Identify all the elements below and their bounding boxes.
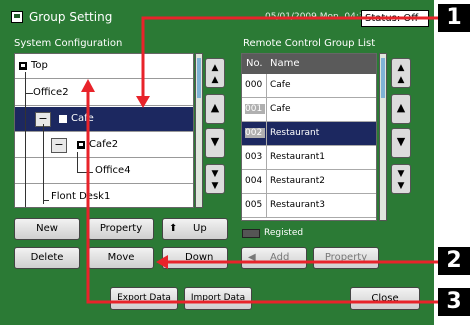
list-property-button[interactable]: Property — [313, 247, 379, 269]
table-row[interactable]: 002 Restaurant — [242, 122, 376, 146]
down-label: Down — [185, 252, 214, 263]
tree-line — [25, 93, 33, 94]
column-divider — [266, 146, 267, 170]
column-divider — [266, 122, 267, 146]
add-arrow-icon: ◀ — [248, 252, 256, 263]
add-label: Add — [270, 252, 290, 263]
new-button[interactable]: New — [14, 218, 80, 240]
tree-item-flont-desk1[interactable]: Flont Desk1 — [15, 185, 193, 207]
tree-item-office4[interactable]: Office4 — [15, 159, 193, 184]
callout-3-badge: 3 — [438, 288, 470, 316]
group-list-label: Remote Control Group List — [243, 38, 376, 49]
tree-scroll-up-button[interactable]: ▲ — [205, 94, 225, 124]
close-button[interactable]: Close — [350, 287, 420, 310]
tree-item-label: Office2 — [33, 87, 69, 98]
table-row[interactable]: 000 Cafe — [242, 74, 376, 98]
system-configuration-label: System Configuration — [14, 38, 123, 49]
table-row[interactable]: 001 Cafe — [242, 98, 376, 122]
column-divider — [266, 98, 267, 122]
node-icon — [19, 62, 27, 70]
row-name: Restaurant3 — [270, 200, 325, 210]
export-data-button[interactable]: Export Data — [110, 287, 178, 310]
tree-scroll-down-button[interactable]: ▼ — [205, 128, 225, 158]
tree-item-office2[interactable]: Office2 — [15, 81, 193, 106]
callout-1-badge: 1 — [438, 4, 470, 32]
window-title: Group Setting — [29, 10, 113, 24]
list-scroll-top-button[interactable]: ▲ ▲ — [391, 58, 411, 88]
row-number: 001 — [245, 104, 265, 114]
property-button[interactable]: Property — [88, 218, 154, 240]
registered-legend-label: Registed — [264, 228, 304, 238]
up-button[interactable]: ⬆ Up — [162, 218, 228, 240]
group-list-table[interactable]: No. Name 000 Cafe 001 Cafe 002 Restauran… — [241, 53, 377, 221]
registered-legend-swatch — [242, 229, 260, 238]
callout-2-badge: 2 — [438, 247, 470, 275]
tree-item-label: Top — [31, 60, 48, 71]
tree-item-cafe[interactable]: − Cafe — [15, 107, 193, 132]
list-scroll-bottom-button[interactable]: ▼ ▼ — [391, 164, 411, 194]
row-name: Restaurant2 — [270, 176, 325, 186]
group-setting-panel: Group Setting 05/01/2009 Mon. 04:32 PM S… — [0, 0, 434, 325]
row-name: Restaurant — [270, 128, 320, 138]
tree-scroll-thumb[interactable] — [197, 58, 201, 98]
tree-line — [77, 172, 93, 173]
column-header-name: Name — [270, 58, 300, 69]
down-button[interactable]: Down — [162, 247, 228, 269]
table-row[interactable]: 003 Restaurant1 — [242, 146, 376, 170]
list-scroll-down-button[interactable]: ▼ — [391, 128, 411, 158]
list-scroll-up-button[interactable]: ▲ — [391, 94, 411, 124]
row-number: 004 — [245, 176, 263, 186]
row-number: 003 — [245, 152, 263, 162]
tree-item-cafe2[interactable]: − Cafe2 — [15, 133, 193, 158]
node-icon — [77, 141, 85, 149]
tree-item-label: Office4 — [95, 165, 131, 176]
window-icon — [11, 11, 23, 23]
up-label: Up — [193, 223, 207, 234]
tree-item-label: Cafe — [71, 113, 94, 124]
delete-button[interactable]: Delete — [14, 247, 80, 269]
title-bar: Group Setting 05/01/2009 Mon. 04:32 PM S… — [7, 8, 429, 28]
system-configuration-tree[interactable]: Top Office2 − Cafe − Cafe2 Office4 Flont… — [14, 53, 194, 208]
column-divider — [266, 194, 267, 218]
table-row[interactable]: 004 Restaurant2 — [242, 170, 376, 194]
tree-scroll-top-button[interactable]: ▲ ▲ — [205, 58, 225, 88]
row-name: Restaurant1 — [270, 152, 325, 162]
tree-line — [43, 124, 44, 204]
column-divider — [266, 74, 267, 98]
tree-item-label: Flont Desk1 — [51, 191, 111, 202]
column-header-no: No. — [246, 58, 263, 69]
column-divider — [266, 170, 267, 194]
tree-line — [43, 200, 49, 201]
list-scrollbar[interactable] — [379, 53, 387, 221]
table-header: No. Name — [242, 54, 376, 74]
up-arrow-icon: ⬆ — [169, 223, 178, 234]
tree-item-label: Cafe2 — [89, 139, 119, 150]
tree-scroll-bottom-button[interactable]: ▼ ▼ — [205, 164, 225, 194]
list-scroll-thumb[interactable] — [381, 58, 385, 98]
tree-scrollbar[interactable] — [195, 53, 203, 208]
import-data-button[interactable]: Import Data — [184, 287, 252, 310]
table-row[interactable]: 005 Restaurant3 — [242, 194, 376, 218]
node-icon — [59, 115, 67, 123]
tree-line — [77, 152, 78, 172]
row-name: Cafe — [270, 104, 291, 114]
collapse-icon[interactable]: − — [51, 138, 67, 153]
row-number: 000 — [245, 80, 263, 90]
tree-item-top[interactable]: Top — [15, 54, 193, 79]
row-number: 002 — [245, 128, 265, 138]
status-badge: Status: Off — [361, 10, 429, 27]
row-name: Cafe — [270, 80, 291, 90]
add-button[interactable]: ◀ Add — [241, 247, 307, 269]
row-number: 005 — [245, 200, 263, 210]
move-button[interactable]: Move — [88, 247, 154, 269]
